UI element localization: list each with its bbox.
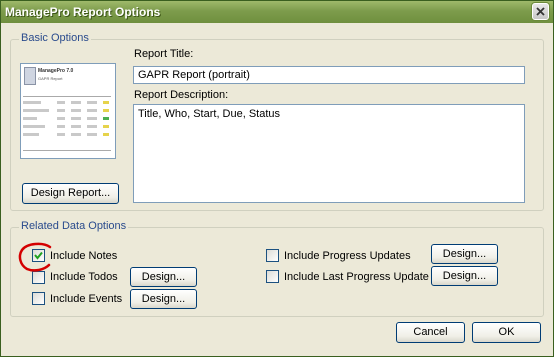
cancel-button[interactable]: Cancel	[396, 322, 465, 343]
window-title: ManagePro Report Options	[5, 5, 161, 19]
include-notes-label[interactable]: Include Notes	[50, 250, 117, 262]
ok-button[interactable]: OK	[472, 322, 541, 343]
thumbnail-row	[23, 125, 111, 128]
dialog-window: ManagePro Report Options Basic Options M…	[0, 0, 554, 357]
include-progress-updates-checkbox[interactable]	[266, 249, 279, 262]
include-last-progress-update-checkbox[interactable]	[266, 270, 279, 283]
report-title-label: Report Title:	[134, 48, 194, 60]
thumbnail-row	[23, 133, 111, 136]
include-todos-label[interactable]: Include Todos	[50, 271, 118, 283]
basic-options-legend: Basic Options	[19, 32, 91, 44]
include-events-checkbox[interactable]	[32, 292, 45, 305]
include-progress-updates-label[interactable]: Include Progress Updates	[284, 250, 411, 262]
report-description-input[interactable]: Title, Who, Start, Due, Status	[133, 104, 525, 203]
progress-updates-design-button[interactable]: Design...	[431, 244, 498, 264]
thumbnail-row	[23, 101, 111, 104]
thumbnail-footer-line	[23, 150, 111, 151]
report-thumbnail: ManagePro 7.0 GAPR Report	[20, 63, 116, 159]
thumbnail-row	[23, 109, 111, 112]
title-bar[interactable]: ManagePro Report Options	[1, 1, 553, 23]
annotation-circle	[18, 242, 52, 272]
include-events-label[interactable]: Include Events	[50, 293, 122, 305]
close-button[interactable]	[532, 3, 549, 20]
thumbnail-logo-icon	[24, 67, 36, 85]
close-icon	[536, 7, 545, 16]
todos-design-button[interactable]: Design...	[130, 267, 197, 287]
report-title-input[interactable]: GAPR Report (portrait)	[133, 66, 525, 84]
last-progress-update-design-button[interactable]: Design...	[431, 266, 498, 286]
thumbnail-row	[23, 117, 111, 120]
include-last-progress-update-label[interactable]: Include Last Progress Update	[284, 271, 429, 283]
events-design-button[interactable]: Design...	[130, 289, 197, 309]
report-description-label: Report Description:	[134, 89, 229, 101]
thumbnail-app-name: ManagePro 7.0	[38, 68, 74, 74]
thumbnail-report-name: GAPR Report	[38, 76, 63, 81]
related-data-options-legend: Related Data Options	[19, 220, 129, 232]
thumbnail-header-line	[23, 96, 111, 97]
design-report-button[interactable]: Design Report...	[22, 183, 119, 204]
